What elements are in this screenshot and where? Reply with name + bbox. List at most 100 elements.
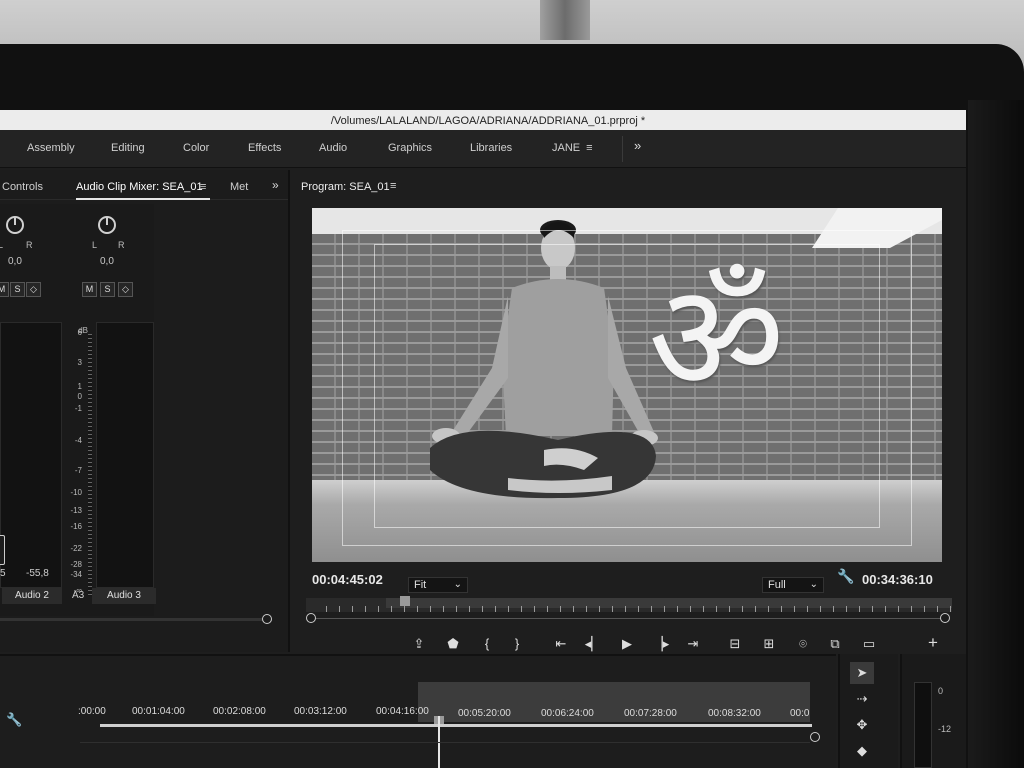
mark-out-icon[interactable]: } — [506, 636, 528, 651]
tab-menu-icon[interactable]: ≡ — [200, 181, 206, 193]
program-menu-icon[interactable]: ≡ — [390, 180, 396, 192]
workspace-menu-icon[interactable]: ≡ — [586, 142, 592, 154]
step-forward-icon[interactable]: ▕▸ — [650, 636, 672, 652]
pan-right-label: R — [26, 240, 33, 250]
workspace-bar: Assembly Editing Color Effects Audio Gra… — [0, 130, 966, 168]
scrubber-zoom-bar[interactable] — [310, 618, 944, 619]
program-monitor: Program: SEA_01 ≡ ॐ 00:04:45:02 Fit ⌄ Fu… — [292, 170, 966, 652]
title-safe-guide — [374, 244, 880, 528]
mixer-scrollbar[interactable] — [0, 618, 272, 621]
program-video-frame[interactable]: ॐ — [312, 208, 942, 562]
timeline-zoom-bar[interactable] — [100, 724, 812, 727]
ruler-label: 00:06:24:00 — [541, 708, 594, 719]
playhead-timecode[interactable]: 00:04:45:02 — [312, 572, 383, 587]
comparison-view-icon[interactable]: ⧉ — [824, 636, 846, 652]
playback-resolution-select[interactable]: Full ⌄ — [762, 577, 824, 593]
zoom-handle-right[interactable] — [940, 613, 950, 623]
tab-audio-clip-mixer[interactable]: Audio Clip Mixer: SEA_01 — [76, 181, 203, 193]
db-scale-label: -22 — [70, 544, 82, 553]
pan-value: 0,0 — [100, 256, 114, 267]
ruler-label: 00:07:28:00 — [624, 708, 677, 719]
ruler-label: 00:01:04:00 — [132, 706, 185, 717]
pan-knob[interactable] — [98, 216, 116, 234]
more-workspaces-icon[interactable]: » — [634, 138, 641, 153]
solo-button[interactable]: S — [10, 282, 25, 297]
play-icon[interactable]: ▶ — [616, 636, 638, 652]
razor-tool-icon[interactable]: ◆ — [850, 740, 874, 762]
mute-button[interactable]: M — [0, 282, 9, 297]
solo-button[interactable]: S — [100, 282, 115, 297]
workspace-audio[interactable]: Audio — [319, 142, 347, 154]
workspace-color[interactable]: Color — [183, 142, 209, 154]
db-scale-label: -34 — [70, 570, 82, 579]
background-object — [540, 0, 590, 40]
workspace-graphics[interactable]: Graphics — [388, 142, 432, 154]
db-scale-label: -4 — [74, 436, 82, 445]
ruler-label: 00:02:08:00 — [213, 706, 266, 717]
ruler-label: 00:05:20:00 — [458, 708, 511, 719]
more-tabs-icon[interactable]: » — [272, 178, 279, 192]
workspace-jane[interactable]: JANE ≡ — [552, 142, 593, 154]
track-id-a3: A3 — [72, 590, 85, 601]
db-scale-label: -7 — [74, 466, 82, 475]
workspace-editing[interactable]: Editing — [111, 142, 145, 154]
window-title: /Volumes/LALALAND/LAGOA/ADRIANA/ADDRIANA… — [0, 110, 966, 130]
record-button[interactable]: ◇ — [26, 282, 41, 297]
workspace-assembly[interactable]: Assembly — [27, 142, 75, 154]
program-tab[interactable]: Program: SEA_01 — [301, 181, 390, 193]
zoom-handle-left[interactable] — [306, 613, 316, 623]
step-back-icon[interactable]: ◂▏ — [582, 636, 604, 652]
program-scrubber[interactable] — [306, 596, 952, 612]
timeline-zoom-handle[interactable] — [810, 732, 820, 742]
chevron-down-icon: ⌄ — [453, 579, 462, 590]
db-scale-label: 6 — [77, 328, 82, 337]
mute-button[interactable]: M — [82, 282, 97, 297]
camera-icon[interactable]: ⌾ — [792, 636, 814, 652]
tools-panel: ➤ ⇢ ✥ ◆ — [838, 654, 898, 768]
scrubber-playhead[interactable] — [400, 596, 410, 606]
pan-left-label: L — [92, 240, 98, 250]
track-name-audio3[interactable]: Audio 3 — [92, 588, 156, 604]
laptop-bezel-edge — [968, 100, 1024, 768]
db-scale-label: 3 — [77, 358, 82, 367]
active-tab-indicator — [76, 198, 210, 200]
timeline-track-divider — [80, 742, 810, 743]
tab-effect-controls[interactable]: Controls — [2, 181, 43, 193]
settings-wrench-icon[interactable]: 🔧 — [837, 568, 854, 585]
pan-right-label: R — [118, 240, 125, 250]
safe-margins-icon[interactable]: ▭ — [858, 636, 880, 652]
mixer-scroll-handle[interactable] — [262, 614, 272, 624]
zoom-level-select[interactable]: Fit ⌄ — [408, 577, 468, 593]
timeline-panel: 🔧 :00:00 00:01:04:00 00:02:08:00 00:03:1… — [0, 654, 836, 768]
button-editor-icon[interactable]: + — [922, 633, 944, 653]
mark-in-icon[interactable]: { — [476, 636, 498, 651]
master-meter — [914, 682, 932, 768]
overwrite-icon[interactable]: ⊞ — [758, 636, 780, 652]
export-frame-icon[interactable]: ⇪ — [408, 636, 430, 652]
record-button[interactable]: ◇ — [118, 282, 133, 297]
scrubber-ticks — [326, 606, 952, 612]
meter-scale-label: -12 — [938, 724, 952, 734]
timeline-settings-wrench-icon[interactable]: 🔧 — [6, 712, 22, 728]
chevron-down-icon: ⌄ — [809, 579, 818, 590]
channel-meter — [96, 322, 154, 588]
tab-metadata[interactable]: Met — [230, 181, 248, 193]
volume-fader[interactable] — [0, 535, 5, 565]
duration-timecode: 00:34:36:10 — [862, 572, 933, 587]
add-marker-icon[interactable]: ⬟ — [442, 636, 464, 652]
go-to-out-icon[interactable]: ⇥ — [682, 636, 704, 652]
workspace-effects[interactable]: Effects — [248, 142, 281, 154]
db-scale-label: -13 — [70, 506, 82, 515]
go-to-in-icon[interactable]: ⇤ — [550, 636, 572, 652]
pan-left-label: L — [0, 240, 4, 250]
premiere-window: /Volumes/LALALAND/LAGOA/ADRIANA/ADDRIANA… — [0, 110, 966, 768]
db-scale-label: -28 — [70, 560, 82, 569]
divider — [622, 136, 623, 162]
workspace-libraries[interactable]: Libraries — [470, 142, 512, 154]
track-select-tool-icon[interactable]: ⇢ — [850, 688, 874, 710]
pan-knob[interactable] — [6, 216, 24, 234]
track-name-audio2[interactable]: Audio 2 — [2, 588, 62, 604]
insert-icon[interactable]: ⊟ — [724, 636, 746, 652]
ripple-edit-tool-icon[interactable]: ✥ — [850, 714, 874, 736]
selection-tool-icon[interactable]: ➤ — [850, 662, 874, 684]
